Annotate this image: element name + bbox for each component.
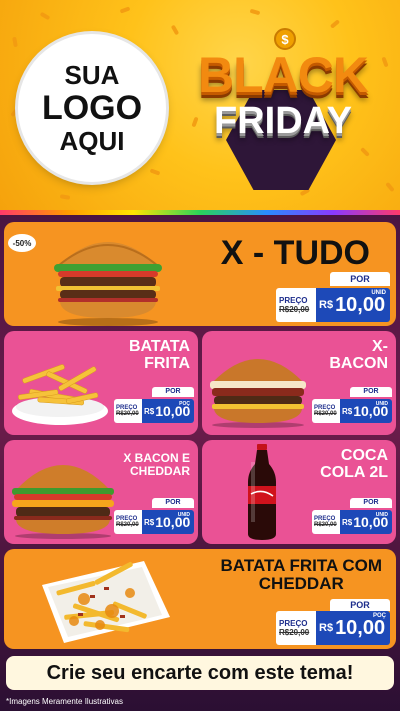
title-line2: BACON bbox=[329, 354, 388, 372]
old-price: R$20,00 bbox=[116, 522, 139, 528]
currency: R$ bbox=[342, 517, 353, 527]
unit-label: UNID bbox=[375, 512, 388, 518]
currency: R$ bbox=[144, 517, 155, 527]
rainbow-divider bbox=[0, 210, 400, 215]
currency: R$ bbox=[319, 622, 334, 634]
currency: R$ bbox=[319, 299, 334, 311]
unit-label: UNID bbox=[375, 401, 388, 407]
fries-cheddar-image bbox=[42, 561, 170, 643]
por-label: POR bbox=[152, 498, 194, 508]
black-text: BLACK bbox=[198, 47, 369, 103]
price-tag: POR PREÇO R$20,00 R$ 10,00 POÇ bbox=[276, 599, 390, 645]
title-line1: BATATA FRITA COM bbox=[220, 556, 382, 575]
burger-image bbox=[54, 242, 162, 326]
por-label: POR bbox=[330, 272, 390, 286]
product-title: X BACON E CHEDDAR bbox=[123, 452, 190, 477]
logo-line3: AQUI bbox=[59, 126, 125, 156]
preco-label: PREÇO bbox=[279, 619, 308, 628]
soda-bottle-image bbox=[248, 444, 276, 540]
friday-text: FRIDAY bbox=[214, 100, 352, 142]
title-line1: BATATA bbox=[128, 338, 190, 355]
fries-image bbox=[12, 364, 108, 425]
product-card-coca-cola[interactable]: COCA COLA 2L POR PREÇO R$20,00 R$ 10,00 … bbox=[202, 440, 396, 544]
product-title: BATATA FRITA bbox=[128, 338, 190, 373]
product-card-x-tudo[interactable]: X - TUDO POR PREÇO R$20,00 R$ 10,00 UNID bbox=[4, 222, 396, 326]
title-line2: CHEDDAR bbox=[130, 463, 190, 478]
product-card-x-bacon-cheddar[interactable]: X BACON E CHEDDAR POR PREÇO R$20,00 R$ 1… bbox=[4, 440, 198, 544]
unit-label: POÇ bbox=[372, 613, 386, 619]
product-title: X - TUDO bbox=[220, 234, 370, 272]
title-line1: X- bbox=[372, 338, 388, 355]
title-line1: COCA bbox=[340, 447, 388, 464]
cta-banner[interactable]: Crie seu encarte com este tema! bbox=[6, 656, 394, 690]
logo-line2: LOGO bbox=[41, 89, 143, 127]
black-friday-logo: $ BLACK FRIDAY bbox=[178, 28, 388, 198]
title-line1: X BACON E bbox=[123, 451, 190, 465]
disclaimer-text: *Imagens Meramente Ilustrativas bbox=[6, 697, 123, 706]
por-label: POR bbox=[350, 387, 392, 397]
por-label: POR bbox=[330, 599, 390, 611]
price-tag: POR PREÇO R$20,00 R$ 10,00 POÇ bbox=[114, 387, 194, 423]
burger-image bbox=[12, 465, 114, 539]
price-tag: POR PREÇO R$20,00 R$ 10,00 UNID bbox=[312, 387, 392, 423]
old-price: R$20,00 bbox=[279, 628, 310, 637]
por-label: POR bbox=[152, 387, 194, 397]
por-label: POR bbox=[350, 498, 392, 508]
unit-label: UNID bbox=[177, 512, 190, 518]
product-card-x-bacon[interactable]: X- BACON POR PREÇO R$20,00 R$ 10,00 UNID bbox=[202, 331, 396, 435]
old-price: R$20,00 bbox=[116, 411, 139, 417]
old-price: R$20,00 bbox=[279, 305, 310, 314]
product-title: BATATA FRITA COM CHEDDAR bbox=[221, 557, 382, 593]
price-tag: POR PREÇO R$20,00 R$ 10,00 UNID bbox=[312, 498, 392, 534]
product-card-batata-frita[interactable]: BATATA FRITA POR PREÇO R$20,00 R$ 10,00 … bbox=[4, 331, 198, 435]
product-title: X- BACON bbox=[329, 338, 388, 373]
new-price: 10,00 bbox=[335, 616, 386, 639]
currency: R$ bbox=[342, 406, 353, 416]
product-title: COCA COLA 2L bbox=[320, 447, 388, 482]
title-line2: CHEDDAR bbox=[258, 573, 344, 593]
currency: R$ bbox=[144, 406, 155, 416]
old-price: R$20,00 bbox=[314, 411, 337, 417]
discount-badge: -50% bbox=[8, 234, 36, 252]
burger-image bbox=[210, 359, 306, 428]
preco-label: PREÇO bbox=[279, 296, 308, 305]
price-tag: POR PREÇO R$20,00 R$ 10,00 UNID bbox=[114, 498, 194, 534]
header-banner: SUA LOGO AQUI $ BLACK FRIDAY bbox=[0, 0, 400, 210]
price-tag: POR PREÇO R$20,00 R$ 10,00 UNID bbox=[276, 272, 390, 322]
unit-label: POÇ bbox=[179, 401, 190, 407]
new-price: 10,00 bbox=[335, 293, 386, 316]
product-card-batata-cheddar[interactable]: BATATA FRITA COM CHEDDAR POR PREÇO R$20,… bbox=[4, 549, 396, 649]
title-line2: FRITA bbox=[144, 354, 190, 372]
logo-line1: SUA bbox=[64, 60, 120, 90]
unit-label: UNID bbox=[371, 290, 386, 296]
logo-placeholder: SUA LOGO AQUI bbox=[18, 34, 166, 182]
title-line2: COLA 2L bbox=[320, 463, 388, 481]
old-price: R$20,00 bbox=[314, 522, 337, 528]
